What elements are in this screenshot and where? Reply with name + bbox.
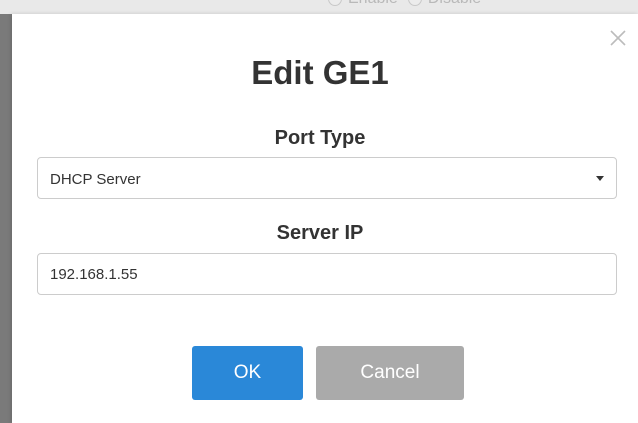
background-page: Enable Disable (0, 0, 638, 14)
port-type-label: Port Type (274, 127, 366, 149)
background-radio-label: Enable (348, 0, 398, 8)
background-radio-group: Enable Disable (328, 0, 481, 8)
background-radio-enable: Enable (328, 0, 398, 8)
edit-dialog: Edit GE1 Port Type DHCP Server Server IP… (12, 14, 638, 423)
caret-down-icon (596, 176, 604, 181)
port-type-value: DHCP Server (50, 171, 141, 188)
server-ip-label: Server IP (276, 222, 364, 244)
close-icon (610, 30, 626, 46)
dialog-title: Edit GE1 (251, 54, 389, 91)
server-ip-input[interactable] (37, 253, 617, 295)
radio-icon (407, 0, 422, 6)
ok-button[interactable]: OK (192, 346, 303, 400)
background-radio-disable: Disable (407, 0, 481, 8)
cancel-button[interactable]: Cancel (316, 346, 464, 400)
background-radio-label: Disable (428, 0, 481, 8)
close-button[interactable] (608, 28, 628, 48)
radio-icon (328, 0, 342, 6)
port-type-select[interactable]: DHCP Server (37, 157, 617, 199)
